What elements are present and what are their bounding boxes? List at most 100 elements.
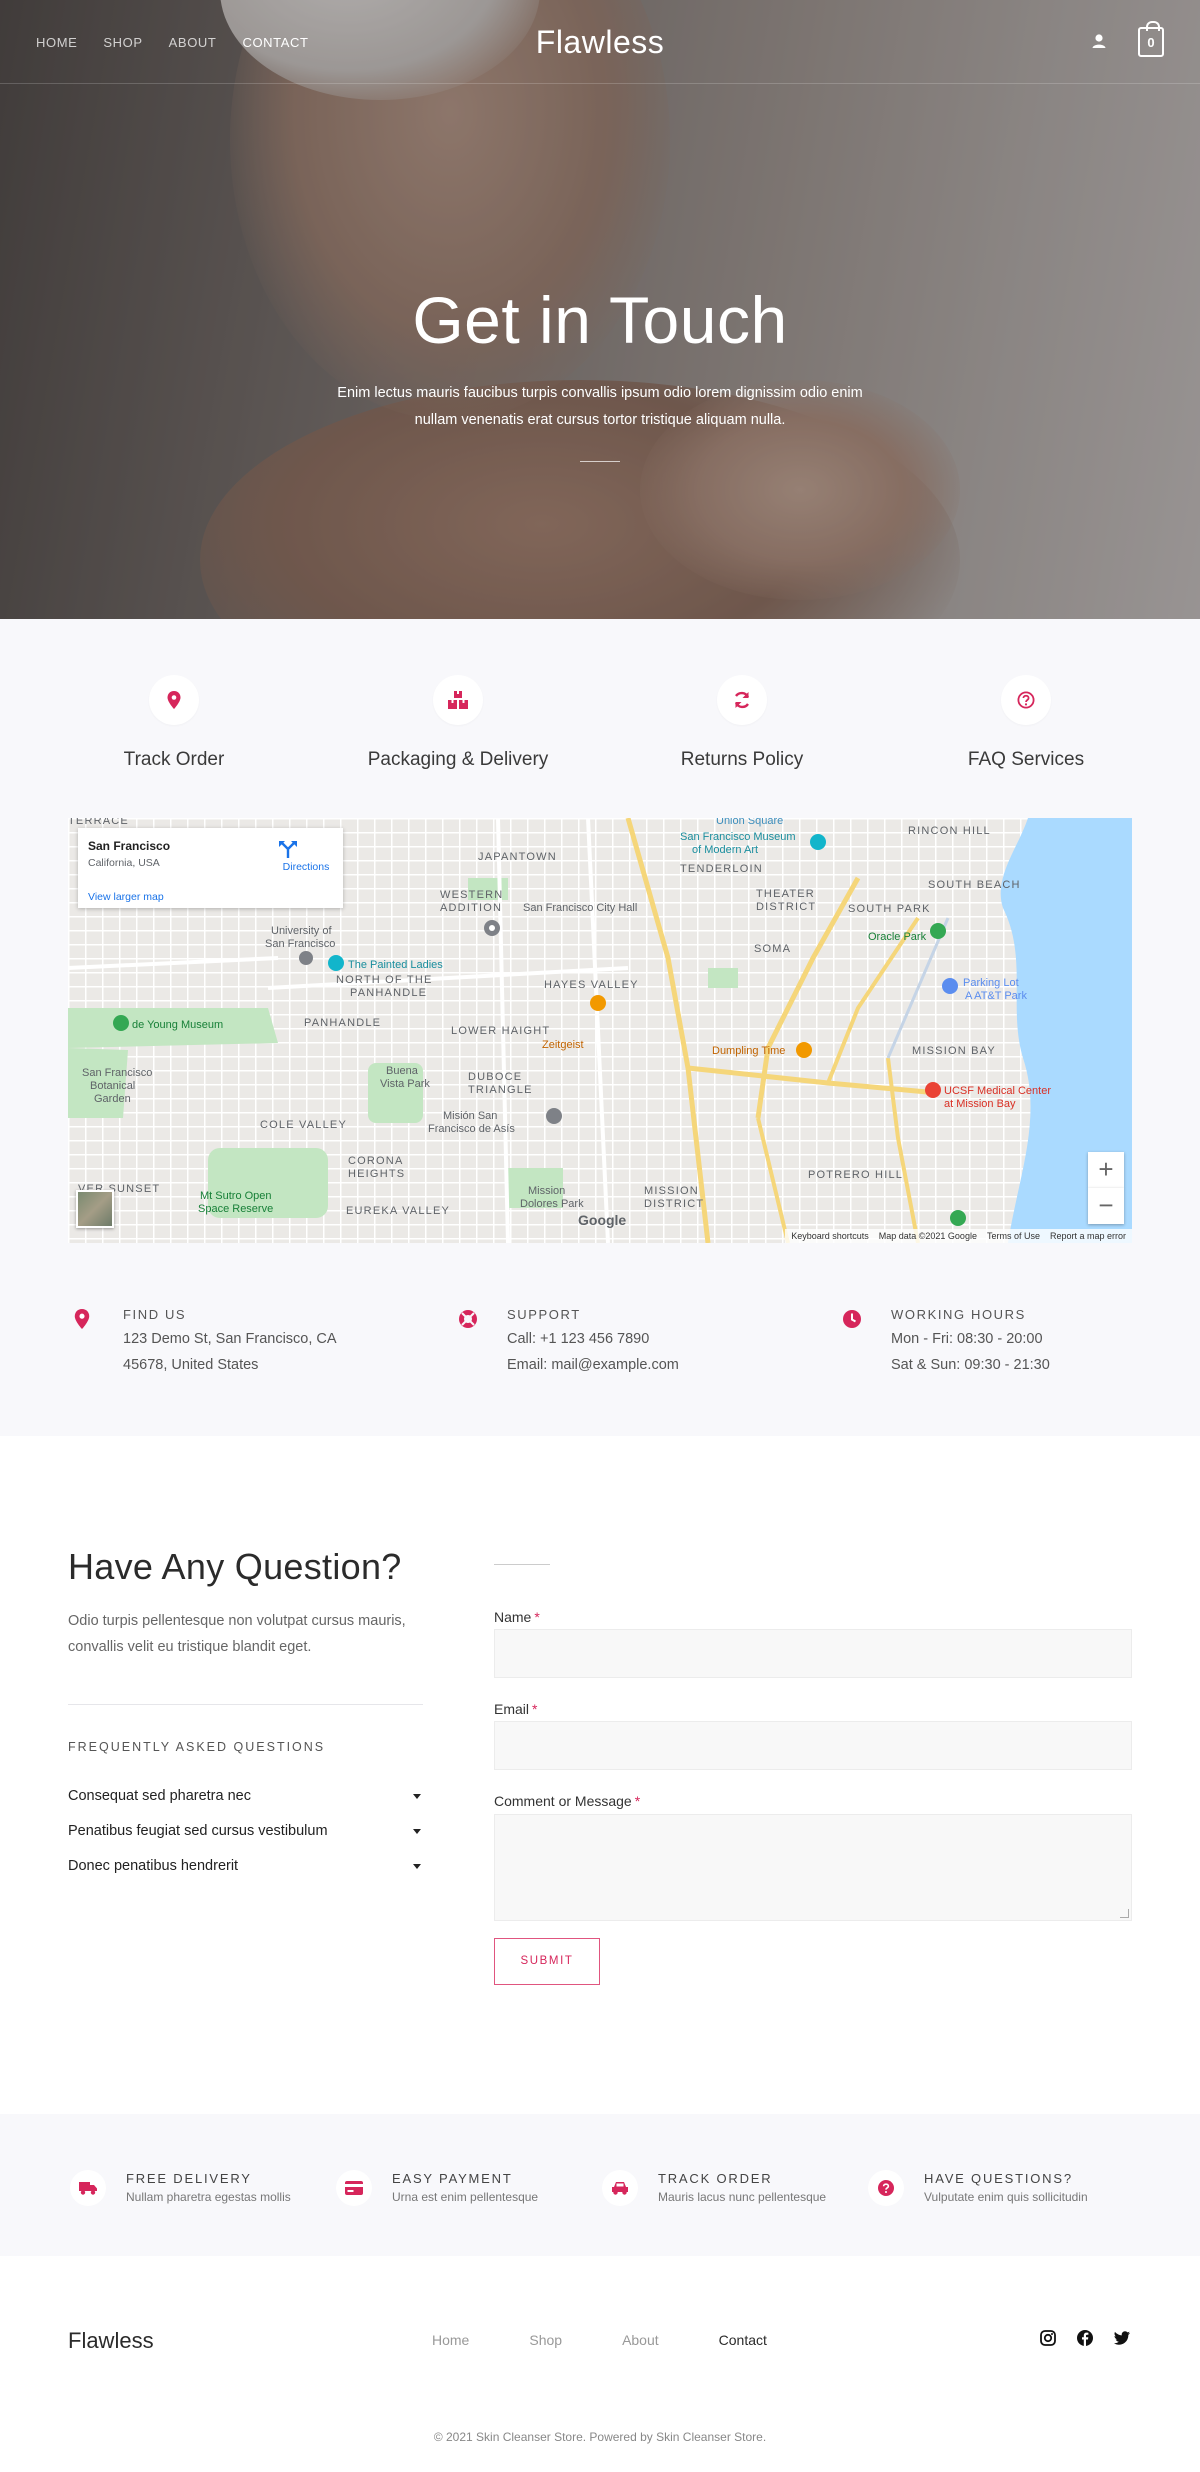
view-larger-map-link[interactable]: View larger map: [88, 891, 164, 903]
svg-text:WESTERN: WESTERN: [440, 889, 503, 901]
divider: [68, 1704, 423, 1705]
svg-text:Dolores Park: Dolores Park: [520, 1198, 584, 1210]
svg-text:Mt Sutro Open: Mt Sutro Open: [200, 1190, 272, 1202]
svg-text:Parking Lot: Parking Lot: [963, 977, 1019, 989]
question-title: Have Any Question?: [68, 1546, 402, 1587]
info-heading: SUPPORT: [507, 1307, 581, 1322]
directions-label: Directions: [282, 861, 330, 873]
footer-link-contact[interactable]: Contact: [719, 2332, 767, 2348]
svg-text:PANHANDLE: PANHANDLE: [350, 987, 427, 999]
benefit-title: TRACK ORDER: [658, 2171, 773, 2186]
page-title: Get in Touch: [412, 283, 788, 357]
svg-text:ADDITION: ADDITION: [440, 902, 502, 914]
svg-text:Zeitgeist: Zeitgeist: [542, 1039, 584, 1051]
svg-text:EUREKA VALLEY: EUREKA VALLEY: [346, 1205, 450, 1217]
info-line: Mon - Fri: 08:30 - 20:00: [891, 1331, 1043, 1347]
cart-count: 0: [1147, 35, 1155, 50]
question-circle-icon: [1001, 675, 1051, 725]
benefit-title: FREE DELIVERY: [126, 2171, 252, 2186]
footer-link-about[interactable]: About: [622, 2332, 659, 2348]
feature-returns-policy[interactable]: Returns Policy: [612, 675, 872, 771]
question-subtitle: Odio turpis pellentesque non volutpat cu…: [68, 1613, 406, 1655]
svg-text:Dumpling Time: Dumpling Time: [712, 1045, 785, 1057]
terms-link[interactable]: Terms of Use: [987, 1229, 1040, 1243]
directions-button[interactable]: Directions: [278, 840, 334, 873]
feature-label: Track Order: [123, 749, 225, 770]
keyboard-shortcuts-link[interactable]: Keyboard shortcuts: [791, 1229, 869, 1243]
benefit-subtitle: Mauris lacus nunc pellentesque: [658, 2190, 827, 2204]
svg-text:MISSION: MISSION: [644, 1185, 699, 1197]
svg-text:San Francisco: San Francisco: [265, 938, 335, 950]
svg-text:Misión San: Misión San: [443, 1110, 497, 1122]
name-field[interactable]: [494, 1629, 1132, 1678]
contact-section: Track Order Packaging & Delivery Returns…: [0, 619, 1200, 1436]
svg-text:University of: University of: [271, 925, 332, 937]
svg-text:DISTRICT: DISTRICT: [756, 901, 816, 913]
svg-text:COLE VALLEY: COLE VALLEY: [260, 1119, 347, 1131]
benefit-title: HAVE QUESTIONS?: [924, 2171, 1073, 2186]
clock-icon: [842, 1309, 864, 1331]
comment-textarea[interactable]: [494, 1814, 1132, 1921]
svg-text:San Francisco: San Francisco: [82, 1067, 152, 1079]
comment-label: Comment or Message *: [494, 1793, 641, 1809]
resize-handle[interactable]: [1120, 1909, 1129, 1918]
svg-text:UCSF Medical Center: UCSF Medical Center: [944, 1085, 1051, 1097]
facebook-icon[interactable]: [1077, 2330, 1093, 2346]
svg-text:LOWER HAIGHT: LOWER HAIGHT: [451, 1025, 550, 1037]
svg-text:Space Reserve: Space Reserve: [198, 1203, 273, 1215]
satellite-toggle[interactable]: [76, 1190, 114, 1228]
svg-text:HEIGHTS: HEIGHTS: [348, 1168, 405, 1180]
svg-text:The Painted Ladies: The Painted Ladies: [348, 959, 443, 971]
hero-divider: [580, 461, 620, 462]
cart-icon[interactable]: 0: [1138, 21, 1164, 57]
svg-text:TENDERLOIN: TENDERLOIN: [680, 863, 763, 875]
feature-faq-services[interactable]: FAQ Services: [896, 675, 1156, 771]
instagram-icon[interactable]: [1040, 2330, 1056, 2346]
faq-question: Penatibus feugiat sed cursus vestibulum: [68, 1823, 328, 1839]
feature-track-order[interactable]: Track Order: [44, 675, 304, 771]
svg-text:Oracle Park: Oracle Park: [868, 931, 927, 943]
info-line: Sat & Sun: 09:30 - 21:30: [891, 1357, 1050, 1373]
svg-text:Francisco de Asís: Francisco de Asís: [428, 1123, 515, 1135]
faq-item[interactable]: Penatibus feugiat sed cursus vestibulum: [68, 1823, 423, 1839]
hero-banner: HOME SHOP ABOUT CONTACT Flawless 0 Get i…: [0, 0, 1200, 619]
benefit-subtitle: Urna est enim pellentesque: [392, 2190, 539, 2204]
google-logo: Google: [578, 1212, 627, 1228]
feature-packaging-delivery[interactable]: Packaging & Delivery: [328, 675, 588, 771]
svg-text:DISTRICT: DISTRICT: [644, 1198, 704, 1210]
svg-text:PANHANDLE: PANHANDLE: [304, 1017, 381, 1029]
embedded-map[interactable]: Union Square San Francisco Museum of Mod…: [68, 818, 1132, 1243]
svg-text:THEATER: THEATER: [756, 888, 815, 900]
faq-item[interactable]: Donec penatibus hendrerit: [68, 1858, 423, 1874]
caret-down-icon: [413, 1829, 421, 1834]
email-field[interactable]: [494, 1721, 1132, 1770]
svg-text:Buena: Buena: [386, 1065, 419, 1077]
svg-text:HAYES VALLEY: HAYES VALLEY: [544, 979, 639, 991]
faq-item[interactable]: Consequat sed pharetra nec: [68, 1788, 423, 1804]
svg-text:TRIANGLE: TRIANGLE: [468, 1084, 533, 1096]
svg-text:Mission: Mission: [528, 1185, 565, 1197]
svg-text:JAPANTOWN: JAPANTOWN: [478, 851, 557, 863]
svg-text:RINCON HILL: RINCON HILL: [908, 825, 991, 837]
info-line: 123 Demo St, San Francisco, CA: [123, 1331, 337, 1347]
benefit-title: EASY PAYMENT: [392, 2171, 513, 2186]
svg-text:de Young Museum: de Young Museum: [132, 1019, 223, 1031]
support-email[interactable]: Email: mail@example.com: [507, 1357, 679, 1373]
user-icon[interactable]: [1090, 32, 1108, 50]
footer-logo[interactable]: Flawless: [68, 2328, 154, 2354]
twitter-icon[interactable]: [1114, 2330, 1130, 2346]
info-line: 45678, United States: [123, 1357, 259, 1373]
submit-button[interactable]: SUBMIT: [494, 1938, 600, 1985]
brand-logo[interactable]: Flawless: [0, 24, 1200, 61]
svg-text:MISSION BAY: MISSION BAY: [912, 1045, 996, 1057]
svg-text:POTRERO HILL: POTRERO HILL: [808, 1169, 903, 1181]
info-heading: WORKING HOURS: [891, 1307, 1026, 1322]
footer-link-shop[interactable]: Shop: [529, 2332, 562, 2348]
zoom-in-button[interactable]: +: [1088, 1152, 1124, 1188]
support-phone[interactable]: Call: +1 123 456 7890: [507, 1331, 649, 1347]
zoom-out-button[interactable]: −: [1088, 1188, 1124, 1224]
feature-label: FAQ Services: [967, 749, 1085, 770]
footer-link-home[interactable]: Home: [432, 2332, 469, 2348]
report-error-link[interactable]: Report a map error: [1050, 1229, 1126, 1243]
truck-icon: [70, 2170, 106, 2206]
